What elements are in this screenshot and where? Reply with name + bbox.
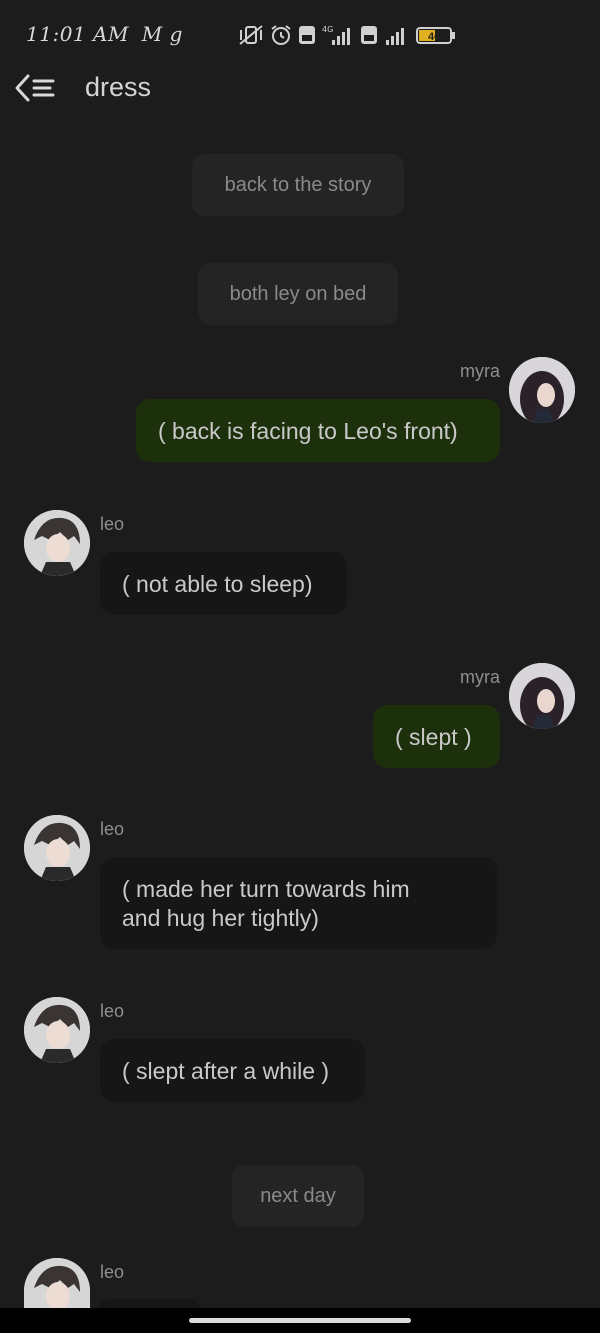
avatar[interactable]: [24, 510, 90, 576]
message-bubble[interactable]: ( slept after a while ): [100, 1039, 365, 1102]
system-message[interactable]: both ley on bed: [198, 263, 398, 325]
app-bar: dress: [0, 60, 600, 116]
message-bubble[interactable]: ( not able to sleep): [100, 552, 347, 615]
battery-icon: 46: [416, 25, 456, 45]
alarm-icon: [270, 24, 292, 46]
status-icons: 4G 46: [238, 22, 456, 48]
sender-name: leo: [100, 819, 125, 839]
avatar[interactable]: [509, 357, 575, 423]
sender-name: leo: [100, 1262, 125, 1282]
page-title: dress: [85, 72, 152, 102]
system-message[interactable]: back to the story: [192, 154, 404, 216]
back-menu-icon[interactable]: [14, 72, 56, 104]
system-message[interactable]: next day: [232, 1165, 364, 1227]
svg-text:4G: 4G: [322, 25, 333, 34]
message-bubble[interactable]: ( made her turn towards him and hug her …: [100, 857, 497, 949]
home-indicator[interactable]: [189, 1318, 411, 1323]
status-time-text: 11:01 AM: [26, 22, 129, 46]
avatar[interactable]: [24, 997, 90, 1063]
mute-vibrate-icon: [238, 24, 264, 46]
sender-name: leo: [100, 514, 125, 534]
message-line: ( made her turn towards him: [122, 876, 410, 902]
status-time: 11:01 AM M g: [26, 22, 183, 46]
message-bubble[interactable]: ( slept ): [373, 705, 500, 768]
message-bubble[interactable]: [100, 1299, 200, 1308]
status-extra-text: M g: [141, 22, 183, 46]
sender-name: leo: [100, 1001, 125, 1021]
avatar[interactable]: [509, 663, 575, 729]
volte-icon: [360, 25, 378, 45]
signal-4g-icon: 4G: [322, 24, 354, 46]
message-line: and hug her tightly): [122, 905, 319, 931]
sender-name: myra: [460, 361, 500, 381]
avatar[interactable]: [24, 1258, 90, 1308]
avatar[interactable]: [24, 815, 90, 881]
volte-icon: [298, 25, 316, 45]
battery-level: 46: [428, 31, 440, 43]
signal-icon: [384, 24, 410, 46]
sender-name: myra: [460, 667, 500, 687]
message-bubble[interactable]: ( back is facing to Leo's front): [136, 399, 500, 462]
